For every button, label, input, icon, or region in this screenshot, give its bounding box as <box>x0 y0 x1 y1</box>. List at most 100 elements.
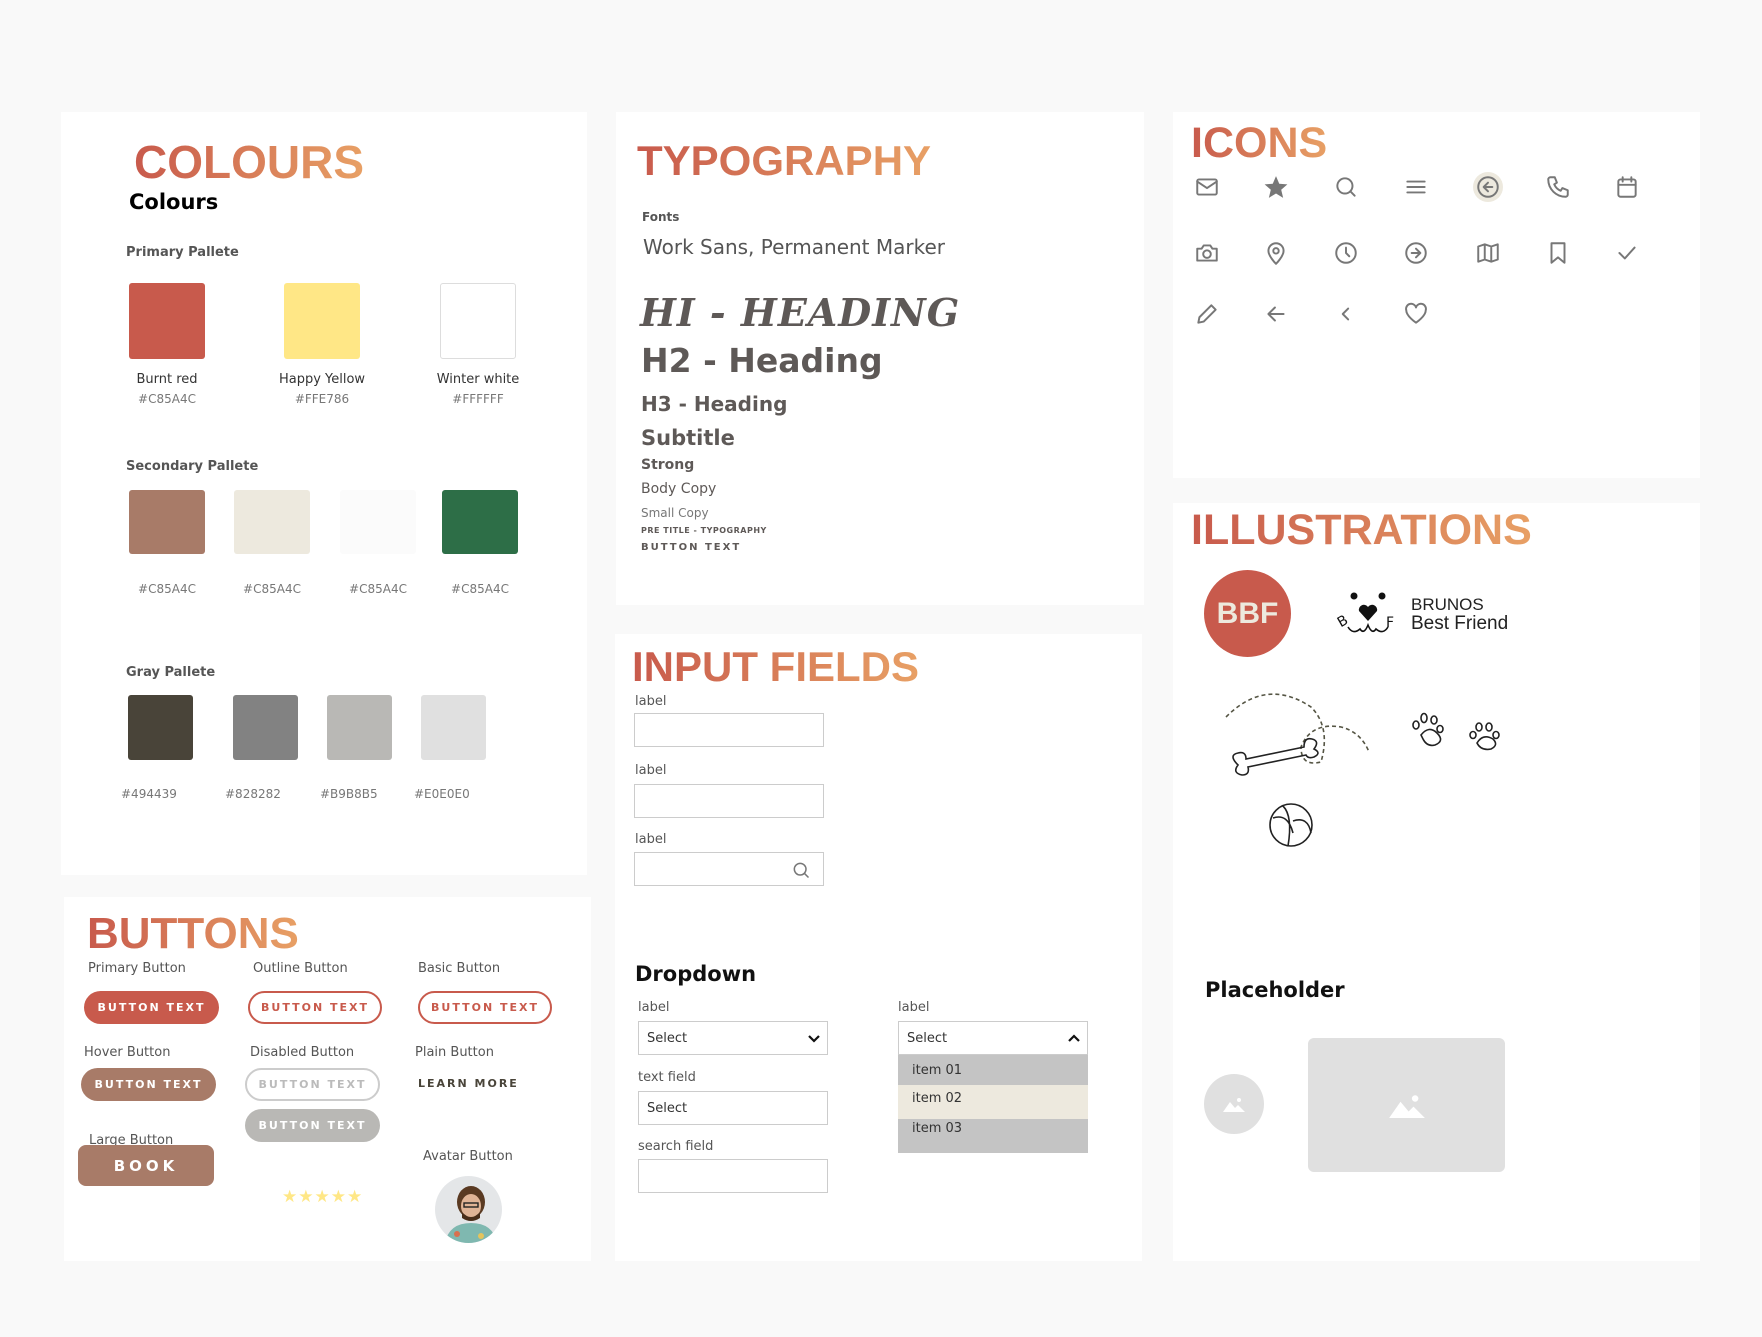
colours-subtitle: Colours <box>129 190 219 214</box>
swatch-hex: #828282 <box>225 787 281 801</box>
bbf-badge-text: BBF <box>1216 596 1279 630</box>
dog-face-logo-icon: BF <box>1336 592 1394 633</box>
primary-button[interactable]: BUTTON TEXT <box>84 991 219 1024</box>
illustrations-panel: ILLUSTRATIONS BBF BF BRUNOS Best Friend … <box>1173 503 1700 1261</box>
plain-button-label: Plain Button <box>415 1045 494 1060</box>
swatch-burnt-red <box>129 283 205 359</box>
chevron-left-icon[interactable] <box>1333 301 1359 327</box>
camera-icon[interactable] <box>1194 240 1220 266</box>
map-icon[interactable] <box>1475 240 1501 266</box>
learn-more-button[interactable]: LEARN MORE <box>418 1077 519 1090</box>
illustrations-title: ILLUSTRATIONS <box>1191 506 1532 554</box>
gray-palette-label: Gray Pallete <box>126 665 216 680</box>
buttons-panel: BUTTONS Primary Button Outline Button Ba… <box>64 897 591 1261</box>
search-input[interactable] <box>634 852 824 886</box>
search-field[interactable] <box>638 1159 828 1193</box>
button-text-sample: BUTTON TEXT <box>641 542 742 553</box>
disabled-outline-button: BUTTON TEXT <box>245 1068 380 1101</box>
calendar-icon[interactable] <box>1614 174 1640 200</box>
swatch-offwhite <box>340 490 416 554</box>
field-label: label <box>635 832 667 847</box>
dropdown-menu: item 01 item 02 item 03 <box>898 1055 1088 1153</box>
phone-icon[interactable] <box>1545 174 1571 200</box>
text-field-label: text field <box>638 1070 696 1085</box>
star-icon[interactable]: ★ <box>298 1187 314 1207</box>
dropdown-item[interactable]: item 03 <box>898 1119 1088 1153</box>
star-rating[interactable]: ★★★★★ <box>282 1187 363 1207</box>
swatch-hex: #494439 <box>121 787 177 801</box>
mail-icon[interactable] <box>1194 174 1220 200</box>
swatch-winter-white <box>440 283 516 359</box>
dropdown-item-highlighted[interactable]: item 02 <box>898 1085 1088 1119</box>
menu-icon[interactable] <box>1403 174 1429 200</box>
basic-button[interactable]: BUTTON TEXT <box>418 991 552 1024</box>
svg-text:F: F <box>1386 615 1394 631</box>
fonts-value: Work Sans, Permanent Marker <box>643 235 946 259</box>
select-value: Select <box>647 1030 688 1046</box>
swatch-hex: #C85A4C <box>138 582 196 596</box>
check-icon[interactable] <box>1614 240 1640 266</box>
select-value: Select <box>907 1030 948 1046</box>
image-icon <box>1388 1095 1425 1118</box>
arrow-left-circle-icon[interactable] <box>1473 172 1503 202</box>
h2-sample: H2 - Heading <box>641 341 883 380</box>
avatar-photo <box>445 1186 497 1243</box>
arrow-right-circle-icon[interactable] <box>1403 240 1429 266</box>
placeholder-title: Placeholder <box>1205 978 1345 1002</box>
chevron-down-icon <box>808 1035 820 1043</box>
heart-icon[interactable] <box>1403 301 1429 327</box>
swatch-cream <box>234 490 310 554</box>
strong-sample: Strong <box>641 457 695 473</box>
search-icon[interactable] <box>1333 174 1359 200</box>
star-icon[interactable]: ★ <box>315 1187 331 1207</box>
text-input[interactable] <box>634 784 824 818</box>
icons-title: ICONS <box>1191 119 1328 167</box>
chevron-up-icon <box>1068 1034 1080 1042</box>
dropdown-item[interactable]: item 01 <box>898 1055 1088 1085</box>
primary-button-label: Primary Button <box>88 961 186 976</box>
avatar-button-label: Avatar Button <box>423 1149 513 1164</box>
search-field-label: search field <box>638 1139 714 1154</box>
star-icon[interactable]: ★ <box>282 1187 298 1207</box>
swatch-light-gray <box>327 695 392 760</box>
bone-icon <box>1232 737 1319 776</box>
hover-button[interactable]: BUTTON TEXT <box>81 1068 216 1101</box>
h1-sample: HI - HEADING <box>640 290 961 335</box>
buttons-title: BUTTONS <box>87 909 299 958</box>
select-dropdown[interactable]: Select <box>638 1021 828 1055</box>
disabled-button-label: Disabled Button <box>250 1045 355 1060</box>
bookmark-icon[interactable] <box>1545 240 1571 266</box>
primary-palette-label: Primary Pallete <box>126 245 239 260</box>
paw-icon <box>1412 712 1444 747</box>
star-icon[interactable] <box>1263 174 1289 200</box>
swatch-name: Winter white <box>436 372 520 387</box>
select-dropdown-open[interactable]: Select <box>898 1021 1088 1055</box>
star-icon[interactable]: ★ <box>347 1187 363 1207</box>
input-fields-panel: INPUT FIELDS label label label Dropdown … <box>615 634 1142 1261</box>
dog-toys-illustration <box>1225 693 1500 847</box>
select-label: label <box>638 1000 670 1015</box>
pencil-icon[interactable] <box>1194 301 1220 327</box>
icons-panel: ICONS <box>1173 112 1700 478</box>
swatch-gray <box>233 695 298 760</box>
body-sample: Body Copy <box>641 481 717 497</box>
clock-icon[interactable] <box>1333 240 1359 266</box>
swatch-name: Happy Yellow <box>278 372 366 387</box>
text-field[interactable]: Select <box>638 1091 828 1125</box>
paw-icon <box>1469 722 1500 751</box>
avatar-button[interactable] <box>435 1176 502 1243</box>
small-sample: Small Copy <box>641 506 709 520</box>
star-icon[interactable]: ★ <box>331 1187 347 1207</box>
disabled-filled-button: BUTTON TEXT <box>245 1109 380 1142</box>
arrow-left-icon[interactable] <box>1263 301 1289 327</box>
field-label: label <box>635 763 667 778</box>
secondary-palette-label: Secondary Pallete <box>126 459 259 474</box>
swatch-green <box>442 490 518 554</box>
map-pin-icon[interactable] <box>1263 240 1289 266</box>
text-input[interactable] <box>634 713 824 747</box>
swatch-dark-gray <box>128 695 193 760</box>
image-icon <box>1223 1098 1245 1112</box>
outline-button[interactable]: BUTTON TEXT <box>248 991 382 1024</box>
search-icon[interactable] <box>791 860 811 880</box>
book-button[interactable]: BOOK <box>78 1145 214 1186</box>
